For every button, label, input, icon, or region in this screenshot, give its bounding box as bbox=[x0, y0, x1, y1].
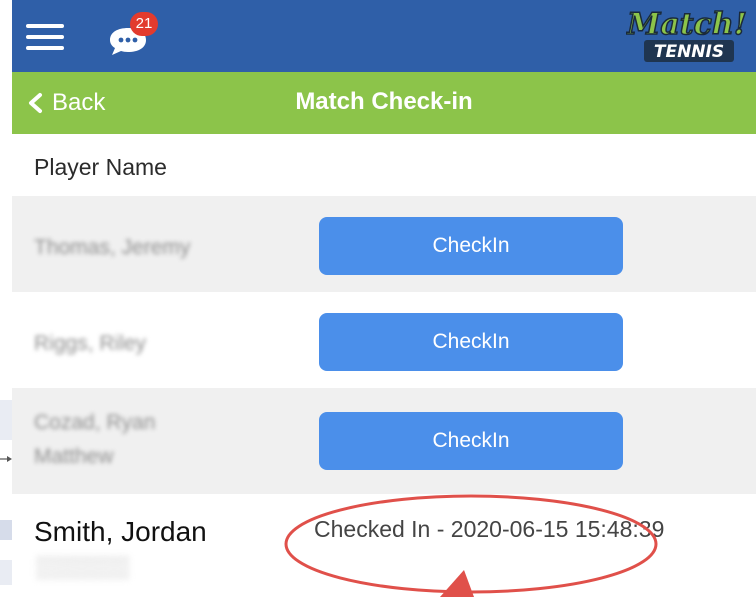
highlight-annotation bbox=[284, 494, 658, 597]
callout-pointer bbox=[440, 570, 474, 597]
app-screen: 21 Match! TENNIS Match Check-in Back Pla… bbox=[12, 0, 756, 597]
background-decoration bbox=[0, 400, 12, 440]
background-decoration bbox=[0, 560, 12, 585]
arrow-pointer-icon bbox=[0, 456, 12, 462]
background-decoration bbox=[0, 520, 12, 540]
background-strip bbox=[0, 0, 12, 597]
highlight-ellipse bbox=[284, 494, 658, 594]
